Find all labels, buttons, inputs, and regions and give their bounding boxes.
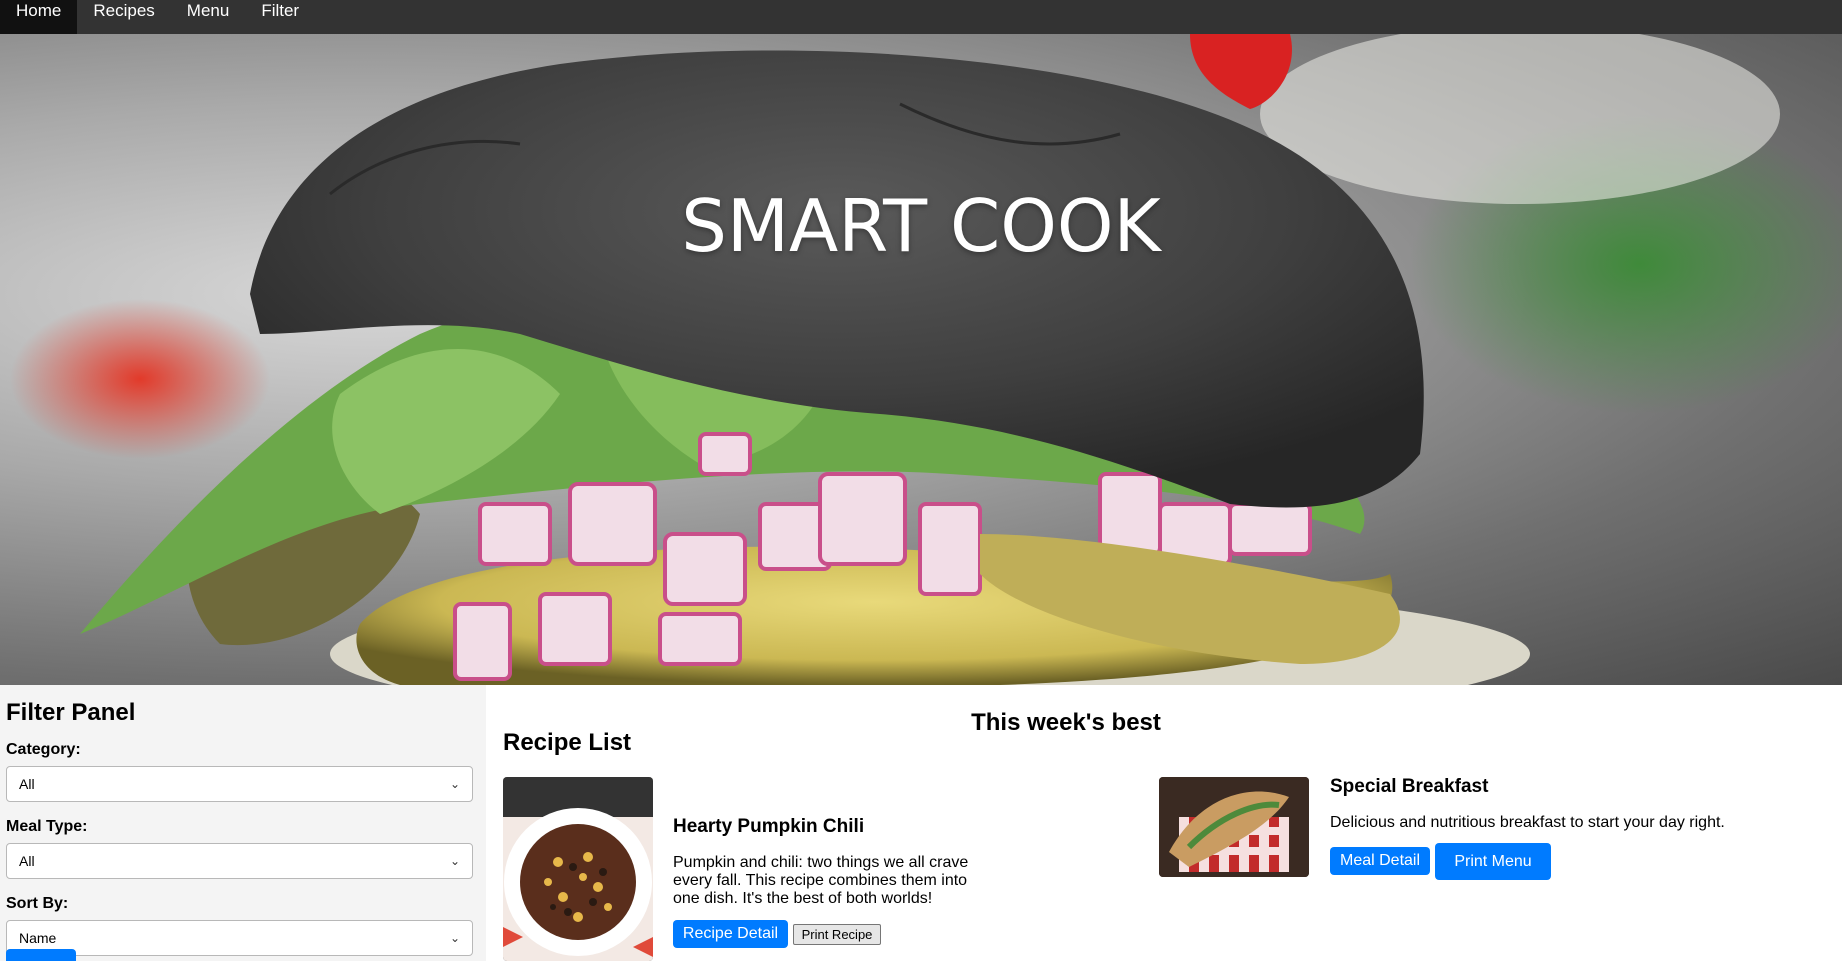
chevron-down-icon: ⌄	[449, 931, 460, 945]
sort-by-select[interactable]: Name ⌄	[6, 920, 473, 956]
nav-menu-label: Menu	[186, 1, 230, 20]
filter-panel-title: Filter Panel	[6, 699, 136, 726]
chevron-down-icon: ⌄	[449, 854, 460, 868]
hero-burger-image	[10, 34, 1842, 685]
nav-recipes-link[interactable]: Recipes	[77, 0, 170, 34]
sort-by-label: Sort By:	[6, 895, 69, 912]
filter-panel: Filter Panel Category: All ⌄ Meal Type: …	[0, 685, 486, 961]
top-nav: Home Recipes Menu Filter	[0, 0, 1842, 34]
apply-filter-button[interactable]	[6, 949, 76, 961]
meal-detail-button[interactable]: Meal Detail	[1330, 847, 1430, 875]
nav-recipes-label: Recipes	[93, 1, 155, 20]
meal-type-label: Meal Type:	[6, 818, 88, 835]
recipe-image[interactable]	[503, 777, 653, 961]
meal-type-select-value: All	[19, 853, 35, 869]
weekly-best-title: This week's best	[971, 709, 1161, 736]
nav-filter-label: Filter	[261, 1, 300, 20]
main-content: This week's best Recipe List Hearty Pump…	[486, 685, 1842, 961]
hero-title: SMART COOK	[681, 184, 1161, 268]
recipe-title: Hearty Pumpkin Chili	[673, 816, 865, 837]
meal-title: Special Breakfast	[1330, 776, 1489, 797]
recipe-list-title: Recipe List	[503, 729, 632, 756]
sort-by-select-value: Name	[19, 930, 57, 946]
meal-type-select[interactable]: All ⌄	[6, 843, 473, 879]
category-select[interactable]: All ⌄	[6, 766, 473, 802]
recipe-detail-button[interactable]: Recipe Detail	[673, 920, 788, 948]
nav-home-link[interactable]: Home	[0, 0, 78, 34]
nav-menu-link[interactable]: Menu	[171, 0, 246, 34]
hero-banner: SMART COOK	[0, 34, 1842, 685]
category-label: Category:	[6, 741, 81, 758]
meal-description: Delicious and nutritious breakfast to st…	[1330, 814, 1725, 831]
print-menu-button[interactable]: Print Menu	[1435, 843, 1551, 880]
nav-filter-link[interactable]: Filter	[245, 0, 315, 34]
recipe-description: Pumpkin and chili: two things we all cra…	[673, 854, 969, 907]
chevron-down-icon: ⌄	[449, 777, 460, 791]
meal-image[interactable]	[1159, 777, 1309, 877]
category-select-value: All	[19, 776, 35, 792]
nav-home-label: Home	[16, 1, 62, 20]
print-recipe-button[interactable]: Print Recipe	[793, 924, 881, 945]
